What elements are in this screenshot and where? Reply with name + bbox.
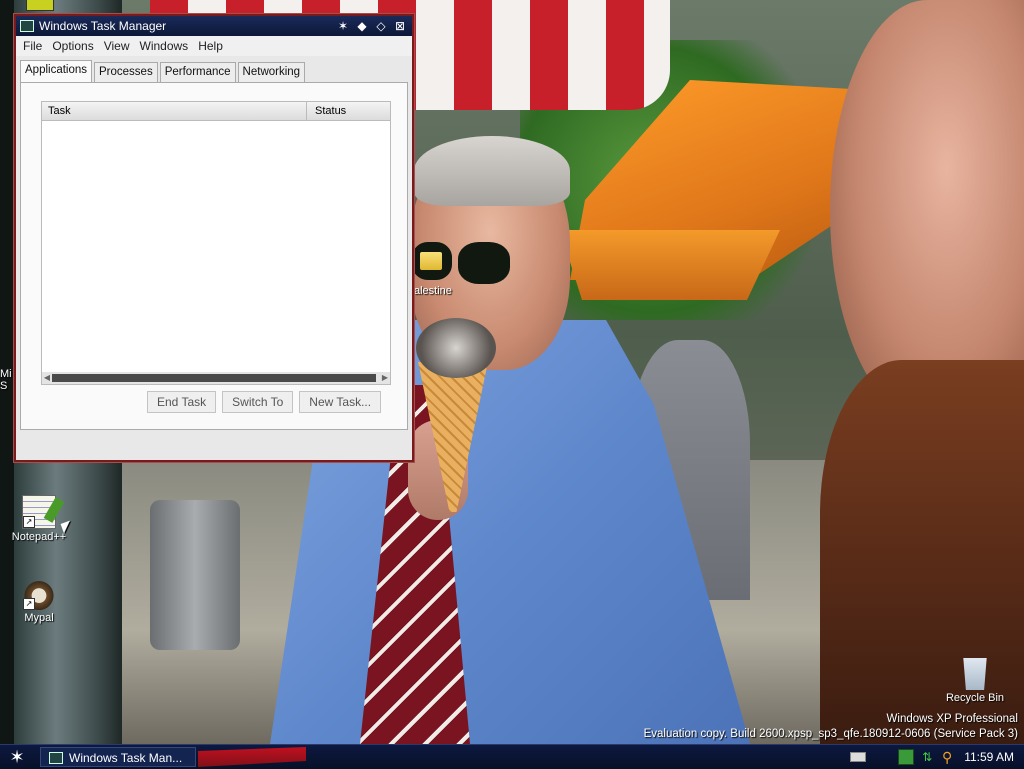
menu-help[interactable]: Help	[193, 39, 228, 53]
applications-panel: Task Status ◀ ▶ End Task Switch To New T…	[20, 82, 408, 430]
desktop-icon-recycle-bin[interactable]: Recycle Bin	[940, 658, 1010, 704]
notepad-icon: ↗	[22, 495, 56, 529]
tab-networking[interactable]: Networking	[237, 62, 306, 83]
wallpaper-ice-cream-scoop	[416, 318, 496, 378]
minimize-button[interactable]: ◆	[354, 18, 370, 34]
desktop-icon-notepad[interactable]: ↗ Notepad++	[4, 495, 74, 543]
switch-to-button[interactable]: Switch To	[222, 391, 294, 413]
wallpaper-hair	[414, 136, 570, 206]
desktop-icon-label: Recycle Bin	[945, 692, 1005, 704]
desktop-icon-mypal[interactable]: ↗ Mypal	[4, 578, 74, 624]
partial-desktop-icon[interactable]	[26, 0, 54, 11]
system-tray: ⇅ ⚲ 11:59 AM	[850, 745, 1024, 769]
shortcut-arrow-icon: ↗	[23, 516, 35, 528]
folder-label[interactable]: alestine	[414, 285, 452, 297]
task-manager-app-icon[interactable]	[20, 20, 34, 32]
window-title: Windows Task Manager	[39, 19, 167, 33]
task-manager-mini-icon	[49, 752, 63, 764]
shortcut-arrow-icon: ↗	[23, 598, 35, 610]
recycle-bin-icon	[963, 658, 987, 690]
wallpaper-umbrella-lower	[560, 230, 780, 300]
network-icon[interactable]: ⇅	[920, 750, 934, 764]
taskbar-button-task-manager[interactable]: Windows Task Man...	[40, 747, 196, 767]
keyboard-icon[interactable]	[850, 752, 867, 762]
column-header-task[interactable]: Task	[42, 102, 307, 120]
scrollbar-thumb[interactable]	[52, 374, 376, 382]
list-header: Task Status	[42, 102, 390, 121]
action-buttons: End Task Switch To New Task...	[147, 391, 382, 413]
pin-icon[interactable]: ✶	[335, 18, 351, 34]
menu-options[interactable]: Options	[47, 39, 98, 53]
start-button[interactable]: ✶	[4, 746, 30, 768]
menu-view[interactable]: View	[99, 39, 135, 53]
close-button[interactable]: ⊠	[392, 18, 408, 34]
desktop-icon-label: Mypal	[24, 612, 54, 624]
horizontal-scrollbar[interactable]: ◀ ▶	[42, 372, 390, 384]
taskbar-clock[interactable]: 11:59 AM	[964, 750, 1014, 764]
search-icon[interactable]: ⚲	[940, 750, 954, 764]
wallpaper-trash-can	[150, 500, 240, 650]
raccoon-icon: ↗	[23, 578, 55, 610]
taskbar: ✶ Windows Task Man... ⇅ ⚲ 11:59 AM	[0, 744, 1024, 769]
title-bar[interactable]: Windows Task Manager ✶ ◆ ◇ ⊠	[16, 16, 412, 36]
watermark-edition: Windows XP Professional	[886, 713, 1018, 725]
taskbar-button-label: Windows Task Man...	[69, 751, 183, 765]
scroll-right-icon[interactable]: ▶	[380, 372, 390, 384]
taskbar-decoration	[198, 747, 306, 767]
menu-file[interactable]: File	[18, 39, 47, 53]
scroll-left-icon[interactable]: ◀	[42, 372, 52, 384]
menu-bar: File Options View Windows Help	[16, 36, 412, 56]
tab-processes[interactable]: Processes	[94, 62, 158, 83]
end-task-button[interactable]: End Task	[147, 391, 217, 413]
tab-performance[interactable]: Performance	[159, 62, 236, 83]
os-watermark: Windows XP Professional Evaluation copy.…	[644, 712, 1018, 742]
menu-windows[interactable]: Windows	[135, 39, 194, 53]
column-header-status[interactable]: Status	[307, 102, 354, 120]
green-tray-icon[interactable]	[898, 749, 915, 765]
folder-icon[interactable]	[420, 252, 442, 270]
task-manager-window[interactable]: Windows Task Manager ✶ ◆ ◇ ⊠ File Option…	[14, 14, 414, 462]
wallpaper-sunglasses-right	[458, 242, 510, 284]
maximize-button[interactable]: ◇	[373, 18, 389, 34]
watermark-build: Evaluation copy. Build 2600.xpsp_sp3_qfe…	[643, 728, 1018, 740]
task-list[interactable]: Task Status ◀ ▶	[41, 101, 391, 385]
wallpaper-woman-face	[830, 0, 1024, 420]
new-task-button[interactable]: New Task...	[299, 391, 382, 413]
clipped-desktop-label[interactable]: Mi S	[0, 368, 12, 392]
